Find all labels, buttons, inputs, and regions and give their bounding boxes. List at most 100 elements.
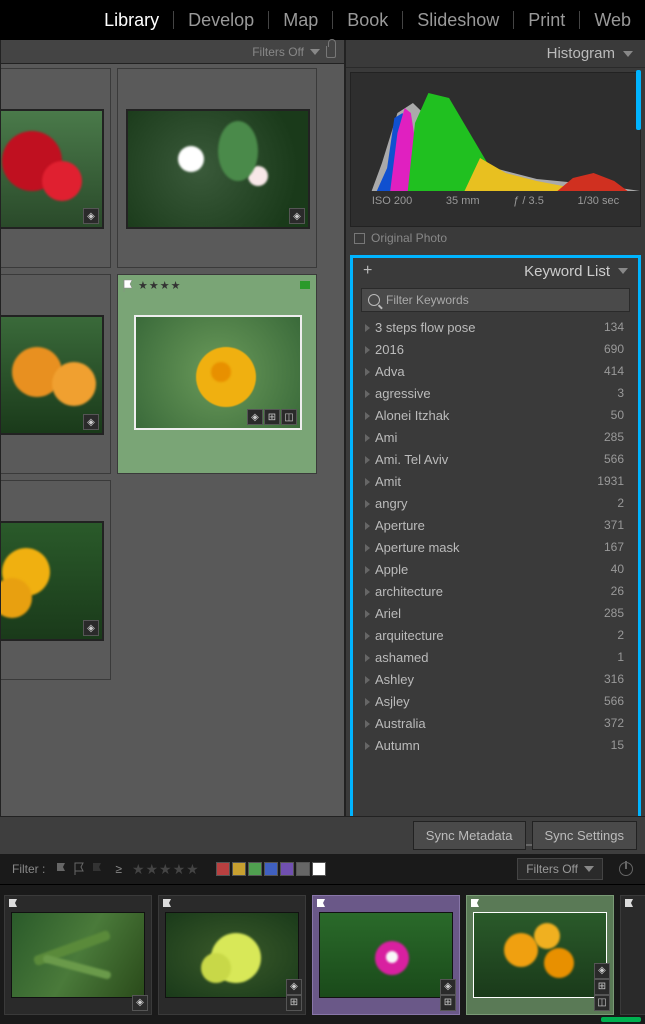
thumbnail[interactable] (319, 912, 453, 998)
nav-web[interactable]: Web (580, 11, 635, 29)
tag-icon: ◈ (286, 979, 302, 995)
histogram-panel: ISO 200 35 mm ƒ / 3.5 1/30 sec (350, 72, 641, 227)
flag-icon[interactable] (161, 898, 175, 912)
keyword-row[interactable]: Alonei Itzhak50 (361, 404, 630, 426)
nav-map[interactable]: Map (269, 11, 333, 29)
thumbnail[interactable]: ◈ (1, 315, 104, 435)
keyword-row[interactable]: Apple40 (361, 558, 630, 580)
chevron-down-icon[interactable] (310, 49, 320, 55)
keyword-name: Adva (375, 364, 405, 379)
filter-keywords-input[interactable]: Filter Keywords (361, 288, 630, 312)
add-keyword-button[interactable]: + (363, 262, 372, 280)
keyword-row[interactable]: Aperture371 (361, 514, 630, 536)
color-swatch[interactable] (216, 862, 230, 876)
nav-slideshow[interactable]: Slideshow (403, 11, 514, 29)
color-swatch[interactable] (280, 862, 294, 876)
flag-icon[interactable] (623, 898, 637, 912)
flag-filter[interactable] (55, 862, 105, 876)
color-label-filter[interactable] (216, 862, 326, 876)
tag-icon: ◈ (594, 963, 610, 979)
keyword-name: angry (375, 496, 408, 511)
keyword-row[interactable]: 2016690 (361, 338, 630, 360)
chevron-down-icon[interactable] (618, 268, 628, 274)
color-swatch[interactable] (296, 862, 310, 876)
keyword-name: agressive (375, 386, 431, 401)
nav-print[interactable]: Print (514, 11, 580, 29)
color-label-chip[interactable] (300, 281, 310, 289)
keyword-row[interactable]: Ami285 (361, 426, 630, 448)
grid-cell-selected[interactable]: ★★★★ ◈ ⊞ ◫ (117, 274, 317, 474)
keyword-row[interactable]: Australia372 (361, 712, 630, 734)
sync-metadata-button[interactable]: Sync Metadata (413, 821, 526, 850)
filmstrip-cell[interactable]: ◈⊞ (158, 895, 306, 1015)
keyword-row[interactable]: Ashley316 (361, 668, 630, 690)
nav-develop[interactable]: Develop (174, 11, 269, 29)
chevron-down-icon[interactable] (623, 51, 633, 57)
keyword-row[interactable]: Asjley566 (361, 690, 630, 712)
keyword-row[interactable]: Aperture mask167 (361, 536, 630, 558)
color-swatch[interactable] (264, 862, 278, 876)
thumbnail[interactable]: ◈ (1, 521, 104, 641)
lock-icon[interactable] (326, 46, 336, 58)
color-swatch[interactable] (312, 862, 326, 876)
keyword-row[interactable]: arquitecture2 (361, 624, 630, 646)
grid-cell[interactable]: ◈ (1, 68, 111, 268)
keyword-rows[interactable]: 3 steps flow pose1342016690 Adva 414 agress… (353, 316, 638, 851)
sync-settings-button[interactable]: Sync Settings (532, 821, 638, 850)
keyword-count: 285 (604, 606, 624, 620)
keyword-row[interactable]: Ami. Tel Aviv566 (361, 448, 630, 470)
keyword-row[interactable]: 3 steps flow pose134 (361, 316, 630, 338)
filters-dropdown[interactable]: Filters Off (517, 858, 603, 880)
grid-cell[interactable]: ◈ (1, 274, 111, 474)
thumbnail[interactable] (473, 912, 607, 998)
hist-shutter: 1/30 sec (578, 195, 620, 207)
keyword-row[interactable]: Autumn15 (361, 734, 630, 756)
flag-icon[interactable] (122, 279, 136, 293)
keyword-row[interactable]: angry2 (361, 492, 630, 514)
color-swatch[interactable] (248, 862, 262, 876)
keyword-name: Ami. Tel Aviv (375, 452, 448, 467)
histogram-title: Histogram (547, 45, 615, 62)
filmstrip-cell[interactable] (620, 895, 645, 1015)
flag-icon[interactable] (469, 898, 483, 912)
filters-off-label[interactable]: Filters Off (252, 45, 304, 59)
checkbox-icon[interactable] (354, 233, 365, 244)
rating-stars[interactable]: ★★★★ (138, 279, 181, 292)
grid-cell[interactable]: ◈ (1, 480, 111, 680)
keyword-row[interactable]: architecture26 (361, 580, 630, 602)
rating-filter[interactable]: ★★★★★ (132, 861, 200, 878)
badge-icon: ⊞ (286, 995, 302, 1011)
thumbnail[interactable] (165, 912, 299, 998)
histogram-chart (351, 73, 640, 193)
thumbnail[interactable]: ◈ ⊞ ◫ (134, 315, 302, 430)
grid-cell[interactable]: ◈ (117, 68, 317, 268)
flag-icon[interactable] (7, 898, 21, 912)
keyword-row[interactable]: Adva 414 (361, 360, 630, 382)
filmstrip-cell-selected[interactable]: ◈⊞◫ (466, 895, 614, 1015)
filmstrip-cell[interactable]: ◈⊞ (312, 895, 460, 1015)
keyword-row[interactable]: Ariel285 (361, 602, 630, 624)
keyword-list-header[interactable]: + Keyword List (353, 258, 638, 284)
nav-library[interactable]: Library (90, 11, 174, 29)
original-photo-row[interactable]: Original Photo (346, 227, 645, 249)
color-swatch[interactable] (232, 862, 246, 876)
keyword-row[interactable]: agressive3 (361, 382, 630, 404)
keyword-name: Autumn (375, 738, 420, 753)
nav-book[interactable]: Book (333, 11, 403, 29)
filmstrip-cell[interactable]: ◈ (4, 895, 152, 1015)
grid-cells[interactable]: ◈ ◈ (1, 64, 344, 853)
histogram-header[interactable]: Histogram (346, 40, 645, 68)
keyword-name: arquitecture (375, 628, 444, 643)
filmstrip[interactable]: ◈ ◈⊞ ◈⊞ ◈⊞◫ (0, 884, 645, 1024)
flag-icon[interactable] (315, 898, 329, 912)
filmstrip-scrollbar[interactable] (601, 1017, 641, 1022)
badge-icon: ⊞ (440, 995, 456, 1011)
rating-ge[interactable]: ≥ (115, 862, 122, 876)
thumbnail[interactable]: ◈ (1, 109, 104, 229)
filter-toggle-icon[interactable] (619, 862, 633, 876)
keyword-row[interactable]: ashamed1 (361, 646, 630, 668)
thumbnail[interactable] (11, 912, 145, 998)
keyword-row[interactable]: Amit1931 (361, 470, 630, 492)
thumbnail[interactable]: ◈ (126, 109, 310, 229)
keyword-count: 414 (604, 364, 624, 378)
